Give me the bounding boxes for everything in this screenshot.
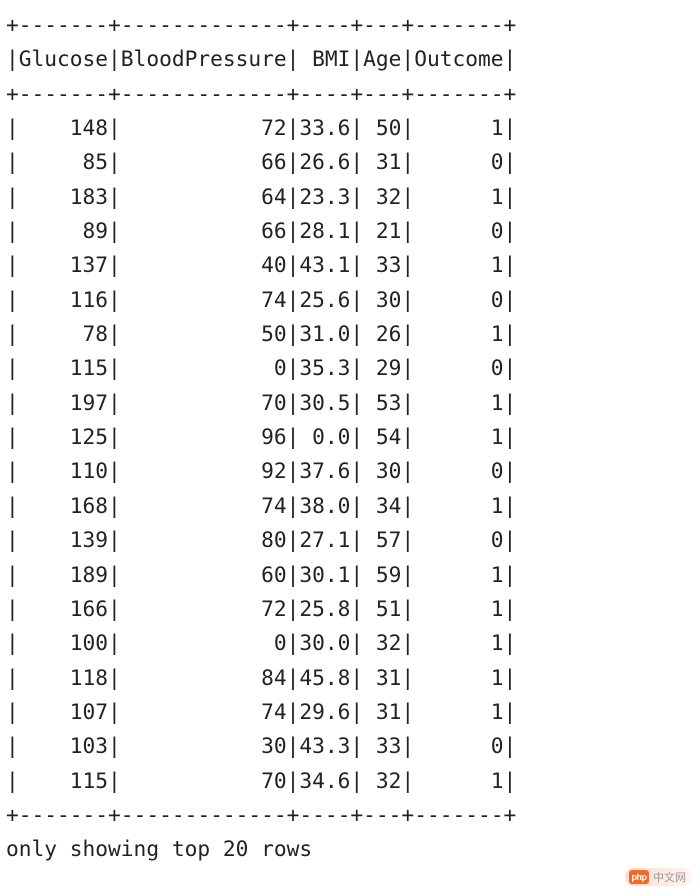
watermark-label: 中文网	[653, 869, 686, 885]
ascii-table: +-------+-------------+----+---+-------+…	[0, 0, 700, 867]
site-watermark: php 中文网	[625, 868, 692, 886]
php-logo-icon: php	[629, 870, 649, 884]
